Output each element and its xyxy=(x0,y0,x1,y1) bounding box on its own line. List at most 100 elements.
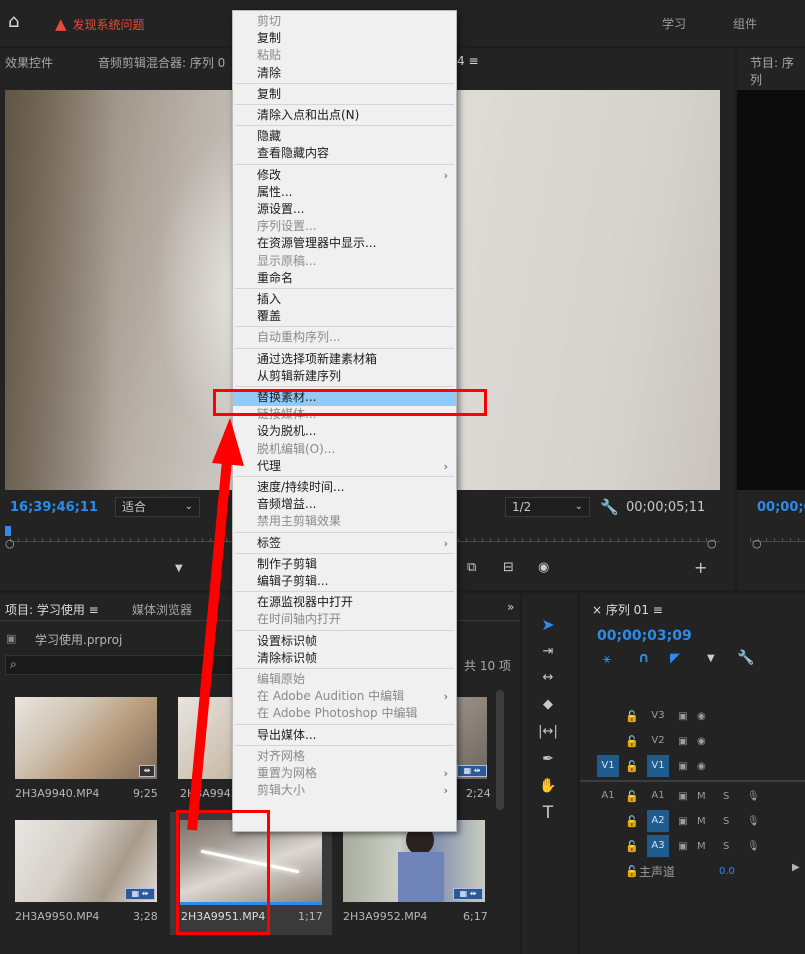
solo-button[interactable]: S xyxy=(723,816,747,827)
track-a3[interactable]: 🔓 A3 ▣ M S 🎙 xyxy=(597,835,760,857)
track-label[interactable]: A2 xyxy=(647,810,669,832)
sync-lock-icon[interactable]: ▣ xyxy=(669,816,697,827)
mic-icon[interactable]: 🎙 xyxy=(747,791,760,802)
slip-tool-icon[interactable]: |↔| xyxy=(535,720,561,744)
project-search-input[interactable]: ⌕ xyxy=(5,655,235,675)
track-label[interactable]: A1 xyxy=(647,785,669,807)
track-v1[interactable]: V1 🔓 V1 ▣ ◉ xyxy=(597,755,719,777)
sync-lock-icon[interactable]: ▣ xyxy=(669,841,697,852)
tab-sequence[interactable]: × 序列 01 ≡ xyxy=(592,601,663,618)
tab-source-menu[interactable]: 4 ≡ xyxy=(457,54,479,68)
overwrite-icon[interactable]: ⊟ xyxy=(503,560,514,575)
solo-button[interactable]: S xyxy=(723,841,747,852)
playhead[interactable] xyxy=(5,526,11,536)
menu-item[interactable]: 属性... xyxy=(233,184,456,201)
camera-icon[interactable]: ◉ xyxy=(538,560,549,575)
tab-program[interactable]: 节目: 序列 xyxy=(750,54,805,88)
menu-item[interactable]: 复制 xyxy=(233,86,456,103)
clip-thumbnail[interactable]: ▦ ⇹ xyxy=(15,820,157,902)
wrench-icon[interactable]: 🔧 xyxy=(737,650,754,666)
menu-item[interactable]: 设置标识帧 xyxy=(233,633,456,650)
track-label[interactable]: A3 xyxy=(647,835,669,857)
marker-icon[interactable]: ▼ xyxy=(175,563,183,574)
snap-icon[interactable]: ⚹ xyxy=(603,652,611,667)
selection-tool-icon[interactable]: ➤ xyxy=(535,613,561,637)
sync-lock-icon[interactable]: ▣ xyxy=(669,736,697,747)
ripple-edit-tool-icon[interactable]: ↔ xyxy=(535,666,561,690)
workspace-assembly[interactable]: 组件 xyxy=(733,15,757,32)
insert-icon[interactable]: ⧉ xyxy=(467,560,476,575)
menu-item[interactable]: 源设置... xyxy=(233,201,456,218)
lock-icon[interactable]: 🔓 xyxy=(625,735,647,748)
marker-icon[interactable]: ▼ xyxy=(707,653,715,664)
mute-button[interactable]: M xyxy=(697,791,723,802)
in-point-icon[interactable]: ○ xyxy=(5,537,15,550)
clip-thumbnail[interactable]: ▦ ⇹ xyxy=(343,820,485,902)
menu-item[interactable]: 从剪辑新建序列 xyxy=(233,368,456,385)
menu-item[interactable]: 复制 xyxy=(233,30,456,47)
track-label[interactable]: V2 xyxy=(647,730,669,752)
menu-item[interactable]: 修改 › xyxy=(233,167,456,184)
eye-icon[interactable]: ◉ xyxy=(697,711,719,722)
project-scrollbar[interactable] xyxy=(496,690,504,810)
menu-item[interactable]: 隐藏 xyxy=(233,128,456,145)
source-patch-v1[interactable]: V1 xyxy=(597,755,619,777)
track-v2[interactable]: 🔓 V2 ▣ ◉ xyxy=(597,730,719,752)
solo-button[interactable]: S xyxy=(723,791,747,802)
mute-button[interactable]: M xyxy=(697,816,723,827)
track-label[interactable]: V1 xyxy=(647,755,669,777)
out-point-icon[interactable]: ○ xyxy=(707,537,717,550)
more-panels-icon[interactable]: » xyxy=(507,600,514,614)
clip-thumbnail[interactable]: ⇹ xyxy=(15,697,157,779)
menu-item[interactable]: 速度/持续时间... xyxy=(233,479,456,496)
lock-icon[interactable]: 🔓 xyxy=(625,710,647,723)
hand-tool-icon[interactable]: ✋ xyxy=(535,774,561,798)
menu-item[interactable]: 清除标识帧 xyxy=(233,650,456,667)
wrench-icon[interactable]: 🔧 xyxy=(600,498,619,516)
lock-icon[interactable]: 🔓 xyxy=(625,840,647,853)
fit-dropdown[interactable]: 适合 ⌄ xyxy=(115,497,200,517)
track-v3[interactable]: 🔓 V3 ▣ ◉ xyxy=(597,705,719,727)
track-label[interactable]: V3 xyxy=(647,705,669,727)
lock-icon[interactable]: 🔓 xyxy=(625,815,647,828)
menu-item[interactable]: 代理 › xyxy=(233,458,456,475)
sync-lock-icon[interactable]: ▣ xyxy=(669,711,697,722)
master-volume[interactable]: 0.0 xyxy=(719,866,735,877)
add-button-icon[interactable]: + xyxy=(694,558,707,577)
menu-item[interactable]: 标签 › xyxy=(233,535,456,552)
lock-icon[interactable]: 🔓 xyxy=(625,760,647,773)
track-master[interactable]: 🔓 主声道 0.0 xyxy=(597,860,735,882)
resolution-dropdown[interactable]: 1/2 ⌄ xyxy=(505,497,590,517)
tab-media-browser[interactable]: 媒体浏览器 xyxy=(132,601,192,618)
workspace-learn[interactable]: 学习 xyxy=(662,15,686,32)
menu-item[interactable]: 音频增益... xyxy=(233,496,456,513)
lock-icon[interactable]: 🔓 xyxy=(625,790,647,803)
menu-item[interactable]: 插入 xyxy=(233,291,456,308)
menu-item[interactable]: 在资源管理器中显示... xyxy=(233,235,456,252)
razor-tool-icon[interactable]: ◆ xyxy=(535,693,561,717)
in-point-icon[interactable]: ○ xyxy=(752,537,762,550)
track-a1[interactable]: A1 🔓 A1 ▣ M S 🎙 xyxy=(597,785,760,807)
mic-icon[interactable]: 🎙 xyxy=(747,841,760,852)
type-tool-icon[interactable]: T xyxy=(535,801,561,825)
home-icon[interactable]: ⌂ xyxy=(8,12,28,32)
menu-item[interactable]: 设为脱机... xyxy=(233,423,456,440)
menu-item[interactable]: 查看隐藏内容 xyxy=(233,145,456,162)
menu-item[interactable]: 在源监视器中打开 xyxy=(233,594,456,611)
mute-button[interactable]: M xyxy=(697,841,723,852)
track-a2[interactable]: 🔓 A2 ▣ M S 🎙 xyxy=(597,810,760,832)
lock-icon[interactable]: 🔓 xyxy=(625,865,639,878)
tab-effect-controls[interactable]: 效果控件 xyxy=(5,54,53,71)
track-divider[interactable] xyxy=(580,780,805,782)
menu-item[interactable]: 制作子剪辑 xyxy=(233,556,456,573)
add-marker-icon[interactable]: ◤ xyxy=(670,651,680,666)
menu-item[interactable]: 通过选择项新建素材箱 xyxy=(233,351,456,368)
play-icon[interactable]: ▶ xyxy=(792,862,800,873)
tab-audio-clip-mixer[interactable]: 音频剪辑混合器: 序列 0 xyxy=(98,54,225,71)
eye-icon[interactable]: ◉ xyxy=(697,761,719,772)
linked-selection-icon[interactable]: ∩ xyxy=(638,650,649,666)
menu-item[interactable]: 重命名 xyxy=(233,270,456,287)
tab-project[interactable]: 项目: 学习使用 ≡ xyxy=(5,601,99,618)
timeline-timecode[interactable]: 00;00;03;09 xyxy=(597,628,692,644)
system-warning[interactable]: ▲ 发现系统问题 xyxy=(55,14,145,34)
